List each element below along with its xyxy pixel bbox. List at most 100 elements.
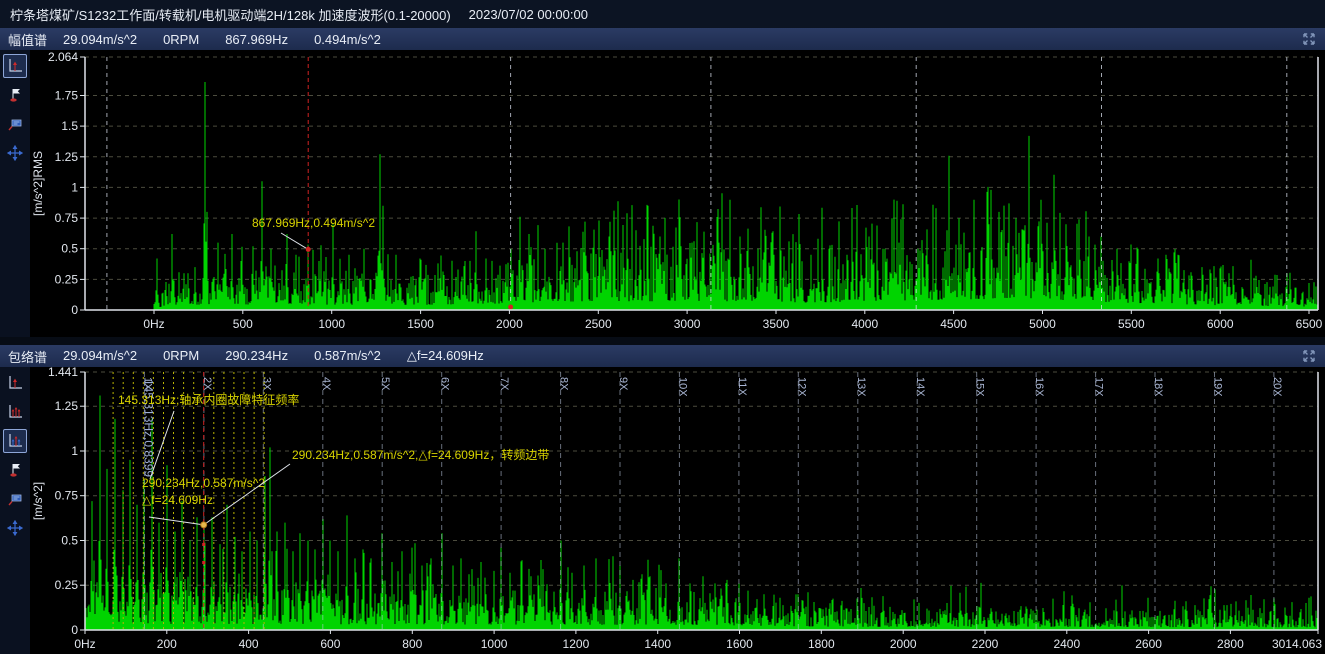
x-tick-label: 1400 (644, 637, 671, 651)
y-tick-label: 0.75 (55, 211, 79, 225)
x-tick-label: 1800 (808, 637, 835, 651)
sideband-cursor-icon (7, 433, 23, 449)
y-tick-label: 2.064 (48, 50, 78, 64)
tool-label-note[interactable] (3, 112, 27, 136)
amplitude-panel-header: 幅值谱 29.094m/s^20RPM867.969Hz0.494m/s^2 (0, 28, 1325, 50)
amplitude-spectrum-chart[interactable]: 2.0641.751.51.2510.750.50.2500Hz50010001… (0, 50, 1325, 337)
cursor-tick-marker (202, 543, 205, 546)
harmonic-cursor-icon (7, 404, 23, 420)
y-tick-label: 1.5 (61, 119, 78, 133)
x-tick-label: 2200 (972, 637, 999, 651)
stat-value: 0.587m/s^2 (314, 348, 381, 363)
x-tick-label: 2000 (890, 637, 917, 651)
amplitude-spectrum-trace (154, 82, 1318, 310)
amplitude-spectrum-panel: 幅值谱 29.094m/s^20RPM867.969Hz0.494m/s^2 2… (0, 28, 1325, 337)
x-tick-label: 400 (239, 637, 259, 651)
harmonic-label: 13X (855, 377, 867, 397)
envelope-spectrum-chart[interactable]: 1X2X3X4X5X6X7X8X9X10X11X12X13X14X15X16X1… (0, 367, 1325, 654)
x-tick-label: 1000 (481, 637, 508, 651)
y-tick-label: 1 (71, 180, 78, 194)
harmonic-label: 6X (439, 377, 451, 391)
stat-value: 867.969Hz (225, 32, 288, 47)
harmonic-label: 14X (914, 377, 926, 397)
cursor-tick-marker (202, 561, 205, 564)
x-tick-label: 6000 (1207, 317, 1234, 331)
x-tick-label: 3500 (763, 317, 790, 331)
sideband-annotation: 290.234Hz,0.587m/s^2,△f=24.609Hz，转频边带 (292, 447, 549, 462)
amplitude-header-stats: 29.094m/s^20RPM867.969Hz0.494m/s^2 (63, 32, 407, 47)
flag-marker-icon (7, 462, 23, 478)
measurement-path-title: 柠条塔煤矿/S1232工作面/转载机/电机驱动端2H/128k 加速度波形(0.… (10, 5, 451, 24)
measurement-datetime: 2023/07/02 00:00:00 (469, 7, 588, 22)
y-tick-label: 0 (71, 303, 78, 317)
amplitude-toolbar (0, 50, 30, 337)
title-bar: 柠条塔煤矿/S1232工作面/转载机/电机驱动端2H/128k 加速度波形(0.… (0, 0, 1325, 28)
stat-value: △f=24.609Hz (407, 348, 484, 363)
tool-move-pan[interactable] (3, 141, 27, 165)
tool-label-note[interactable] (3, 487, 27, 511)
annotation-leader (149, 517, 204, 525)
x-tick-label: 5500 (1118, 317, 1145, 331)
fault-frequency-annotation: 145.313Hz;轴承内圈故障特征频率 (118, 392, 299, 407)
y-axis-title: [m/s^2] (31, 482, 45, 520)
harmonic-label: 11X (736, 377, 748, 396)
tool-flag-marker[interactable] (3, 83, 27, 107)
envelope-toolbar (0, 367, 30, 654)
flag-marker-icon (7, 87, 23, 103)
y-tick-label: 1 (71, 444, 78, 458)
y-tick-label: 1.75 (55, 89, 79, 103)
x-tick-label: 1000 (318, 317, 345, 331)
harmonic-label: 19X (1212, 377, 1224, 397)
tool-move-pan[interactable] (3, 516, 27, 540)
single-cursor-icon (7, 58, 23, 74)
harmonic-label: 2X (201, 377, 213, 391)
y-tick-label: 1.25 (55, 150, 79, 164)
y-tick-label: 0.25 (55, 272, 79, 286)
panel-title-amplitude: 幅值谱 (8, 30, 47, 49)
y-tick-label: 0.75 (55, 489, 79, 503)
tool-harmonic-cursor[interactable] (3, 400, 27, 424)
x-tick-label: 2400 (1053, 637, 1080, 651)
y-tick-label: 0.5 (61, 242, 78, 256)
harmonic-label: 18X (1152, 377, 1164, 397)
label-note-icon (7, 116, 23, 132)
amplitude-chart-area: 2.0641.751.51.2510.750.50.2500Hz50010001… (0, 50, 1325, 337)
annotation-leader (204, 464, 290, 525)
tool-sideband-cursor[interactable] (3, 429, 27, 453)
x-tick-label: 4000 (851, 317, 878, 331)
harmonic-label: 9X (617, 377, 629, 391)
harmonic-label: 20X (1271, 377, 1283, 397)
tool-single-cursor[interactable] (3, 54, 27, 78)
x-tick-label: 1600 (726, 637, 753, 651)
cursor-annotation: 867.969Hz,0.494m/s^2 (252, 216, 375, 230)
y-tick-label: 0.5 (61, 534, 78, 548)
y-axis-title: [m/s^2]RMS (31, 151, 45, 216)
harmonic-label: 3X (260, 377, 272, 391)
stat-value: 29.094m/s^2 (63, 348, 137, 363)
x-tick-label: 600 (320, 637, 340, 651)
y-tick-label: 0 (71, 623, 78, 637)
tool-flag-marker[interactable] (3, 458, 27, 482)
x-tick-label: 2500 (585, 317, 612, 331)
stat-value: 0RPM (163, 32, 199, 47)
cursor-readout-line1: 290.234Hz,0.587m/s^2 (142, 476, 265, 490)
x-tick-label: 2600 (1135, 637, 1162, 651)
expand-icon (1301, 348, 1317, 364)
stat-value: 0RPM (163, 348, 199, 363)
expand-button[interactable] (1301, 31, 1317, 47)
tool-single-cursor[interactable] (3, 371, 27, 395)
y-tick-label: 1.441 (48, 367, 78, 379)
envelope-header-stats: 29.094m/s^20RPM290.234Hz0.587m/s^2△f=24.… (63, 348, 510, 364)
single-cursor-icon (7, 375, 23, 391)
x-tick-label: 800 (402, 637, 422, 651)
y-tick-label: 0.25 (55, 578, 79, 592)
harmonic-label: 15X (974, 377, 986, 397)
x-tick-label: 6500 (1296, 317, 1323, 331)
x-tick-label: 3000 (674, 317, 701, 331)
expand-button[interactable] (1301, 348, 1317, 364)
x-tick-label: 0Hz (143, 317, 164, 331)
harmonic-label: 7X (498, 377, 510, 391)
envelope-spectrum-trace (85, 396, 1318, 631)
cursor-point-marker (201, 522, 207, 528)
y-tick-label: 1.25 (55, 399, 79, 413)
